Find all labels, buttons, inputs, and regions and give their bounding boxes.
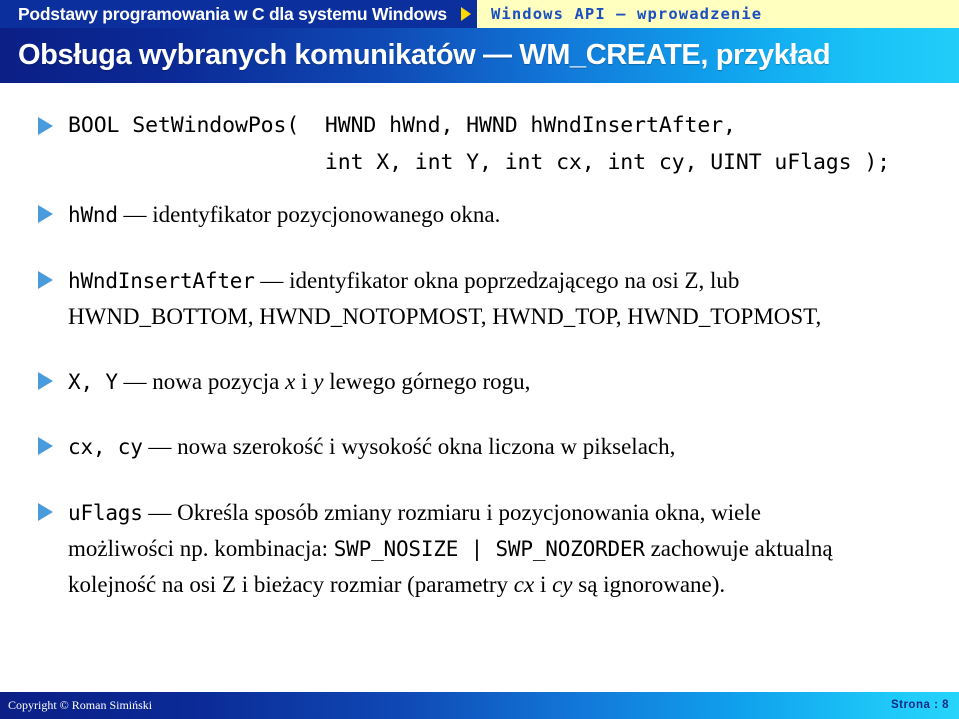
param-uflags-text-1: — Określa sposób zmiany rozmiaru i pozyc… <box>142 500 761 525</box>
param-uflags-description: uFlags — Określa sposób zmiany rozmiaru … <box>68 495 948 602</box>
param-uflags-var-cy: cy <box>552 572 573 597</box>
param-uflags-text-4: kolejność na osi Z i bieżacy rozmiar (pa… <box>68 572 514 597</box>
param-name-cxcy: cx, cy <box>68 435 143 459</box>
param-xy-text-1: — nowa pozycja <box>117 369 286 394</box>
param-uflags-constants: SWP_NOSIZE | SWP_NOZORDER <box>333 537 645 561</box>
code-line-1: BOOL SetWindowPos( HWND hWnd, HWND hWndI… <box>68 113 736 138</box>
param-uflags-text-6: są ignorowane). <box>572 572 726 597</box>
param-xy-var-x: x <box>285 369 296 394</box>
param-name-xy: X, Y <box>68 370 118 394</box>
triangle-right-bullet-icon <box>38 372 53 390</box>
breadcrumb-arrow-icon <box>461 7 471 21</box>
param-name-hwndinsertafter: hWndInsertAfter <box>68 269 255 293</box>
breadcrumb-section-title: Windows API — wprowadzenie <box>491 5 763 23</box>
triangle-right-bullet-icon <box>38 437 53 455</box>
code-line-2: int X, int Y, int cx, int cy, UINT uFlag… <box>68 150 891 175</box>
breadcrumb-course-title: Podstawy programowania w C dla systemu W… <box>18 4 447 24</box>
param-xy-description: X, Y — nowa pozycja x i y lewego górnego… <box>68 364 948 400</box>
slide-root: Podstawy programowania w C dla systemu W… <box>0 0 959 719</box>
param-uflags-text-2: możliwości np. kombinacja: <box>68 536 334 561</box>
function-signature-code: BOOL SetWindowPos( HWND hWnd, HWND hWndI… <box>68 107 948 181</box>
param-hwnd-description: hWnd — identyfikator pozycjonowanego okn… <box>68 197 948 233</box>
triangle-right-bullet-icon <box>38 205 53 223</box>
param-uflags-text-5: i <box>534 572 553 597</box>
footer-page-number: Strona : 8 <box>890 699 949 711</box>
param-uflags-var-cx: cx <box>513 572 535 597</box>
triangle-right-bullet-icon <box>38 271 53 289</box>
triangle-right-bullet-icon <box>38 503 53 521</box>
page-title: Obsługa wybranych komunikatów — WM_CREAT… <box>18 39 831 71</box>
param-xy-text-2: i <box>295 369 314 394</box>
param-hwndinsertafter-constants: HWND_BOTTOM, HWND_NOTOPMOST, HWND_TOP, H… <box>68 304 822 329</box>
slide-footer: Copyright © Roman Simiński Strona : 8 <box>0 692 959 719</box>
param-name-hwnd: hWnd <box>68 203 118 227</box>
param-uflags-text-3: zachowuje aktualną <box>644 536 833 561</box>
param-hwndinsertafter-text: — identyfikator okna poprzedzającego na … <box>254 268 740 293</box>
slide-content: BOOL SetWindowPos( HWND hWnd, HWND hWndI… <box>0 83 959 685</box>
param-name-uflags: uFlags <box>68 501 143 525</box>
footer-copyright: Copyright © Roman Simiński <box>8 698 153 712</box>
param-xy-var-y: y <box>313 369 324 394</box>
param-cxcy-description: cx, cy — nowa szerokość i wysokość okna … <box>68 429 948 465</box>
param-xy-text-3: lewego górnego rogu, <box>323 369 531 394</box>
param-hwnd-text: — identyfikator pozycjonowanego okna. <box>117 202 501 227</box>
triangle-right-bullet-icon <box>38 117 53 135</box>
param-hwndinsertafter-description: hWndInsertAfter — identyfikator okna pop… <box>68 263 948 334</box>
param-cxcy-text: — nowa szerokość i wysokość okna liczona… <box>142 434 676 459</box>
breadcrumb-bar: Podstawy programowania w C dla systemu W… <box>0 0 959 28</box>
slide-title-bar: Obsługa wybranych komunikatów — WM_CREAT… <box>0 28 959 83</box>
